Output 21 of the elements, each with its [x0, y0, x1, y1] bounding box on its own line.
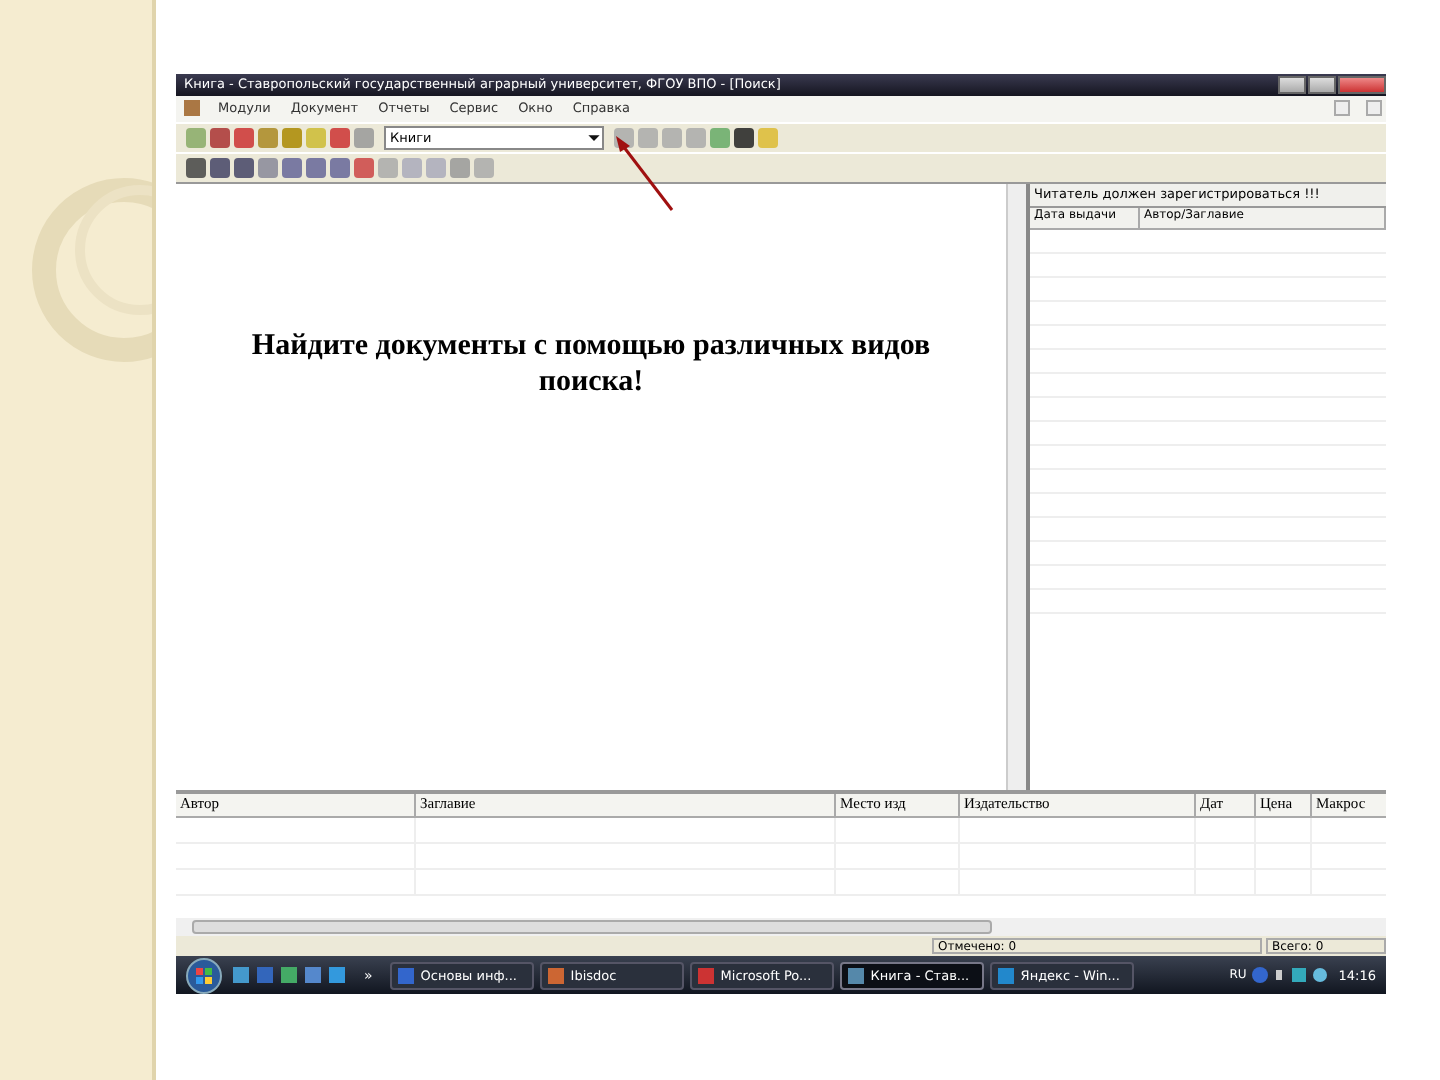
search-message: Найдите документы с помощью различных видов поиска! [249, 327, 933, 400]
toolbar-button[interactable] [210, 127, 230, 148]
start-button[interactable] [182, 957, 226, 994]
vertical-scrollbar[interactable] [1006, 183, 1026, 791]
minimize-button[interactable] [1278, 75, 1306, 94]
toolbar-button[interactable] [234, 157, 254, 178]
app-icon [398, 967, 415, 984]
app-icon [182, 98, 202, 119]
horizontal-scrollbar[interactable] [176, 918, 1386, 937]
toolbar-button[interactable] [186, 157, 206, 178]
close-button[interactable] [1338, 75, 1386, 94]
restore-button[interactable] [1334, 100, 1350, 117]
maximize-button[interactable] [1308, 75, 1336, 94]
app-icon [548, 967, 565, 984]
tray-icons-drawing [1252, 966, 1333, 985]
close-button[interactable] [1366, 100, 1382, 117]
app-icon [998, 967, 1015, 984]
app-icon [848, 967, 865, 984]
app-icon [698, 967, 715, 984]
toolbar-button[interactable] [210, 157, 230, 178]
toolbar-button[interactable] [734, 127, 754, 148]
